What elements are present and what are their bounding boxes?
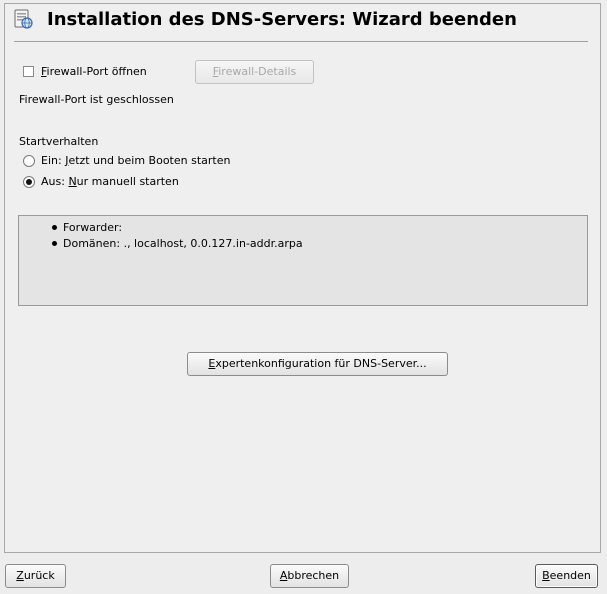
expert-configuration-button[interactable]: Expertenkonfiguration für DNS-Server...: [187, 352, 448, 376]
bullet-icon: [52, 241, 57, 246]
startup-heading: Startverhalten: [19, 135, 99, 148]
radio-start-now-and-boot[interactable]: [23, 155, 35, 167]
summary-domains: Domänen: ., localhost, 0.0.127.in-addr.a…: [63, 237, 303, 250]
page-title: Installation des DNS-Servers: Wizard bee…: [47, 9, 517, 30]
summary-box: Forwarder: Domänen: ., localhost, 0.0.12…: [18, 215, 588, 306]
title-row: Installation des DNS-Servers: Wizard bee…: [10, 6, 590, 36]
radio-manual-start[interactable]: [23, 176, 35, 188]
firewall-port-checkbox[interactable]: [23, 66, 34, 77]
radio-manual-start-label[interactable]: Aus: Nur manuell starten: [41, 175, 179, 188]
firewall-port-label[interactable]: Firewall-Port öffnen: [41, 65, 147, 78]
abort-button[interactable]: Abbrechen: [270, 564, 349, 588]
title-divider: [14, 41, 588, 42]
list-item: Domänen: ., localhost, 0.0.127.in-addr.a…: [52, 237, 303, 250]
firewall-status-text: Firewall-Port ist geschlossen: [19, 93, 174, 106]
summary-forwarder: Forwarder:: [63, 221, 123, 234]
dns-server-icon: [14, 9, 34, 31]
radio-start-now-and-boot-label[interactable]: Ein: Jetzt und beim Booten starten: [41, 154, 230, 167]
bullet-icon: [52, 225, 57, 230]
finish-button[interactable]: Beenden: [535, 564, 598, 588]
firewall-details-button[interactable]: Firewall-Details: [195, 60, 314, 84]
list-item: Forwarder:: [52, 221, 123, 234]
back-button[interactable]: Zurück: [5, 564, 66, 588]
